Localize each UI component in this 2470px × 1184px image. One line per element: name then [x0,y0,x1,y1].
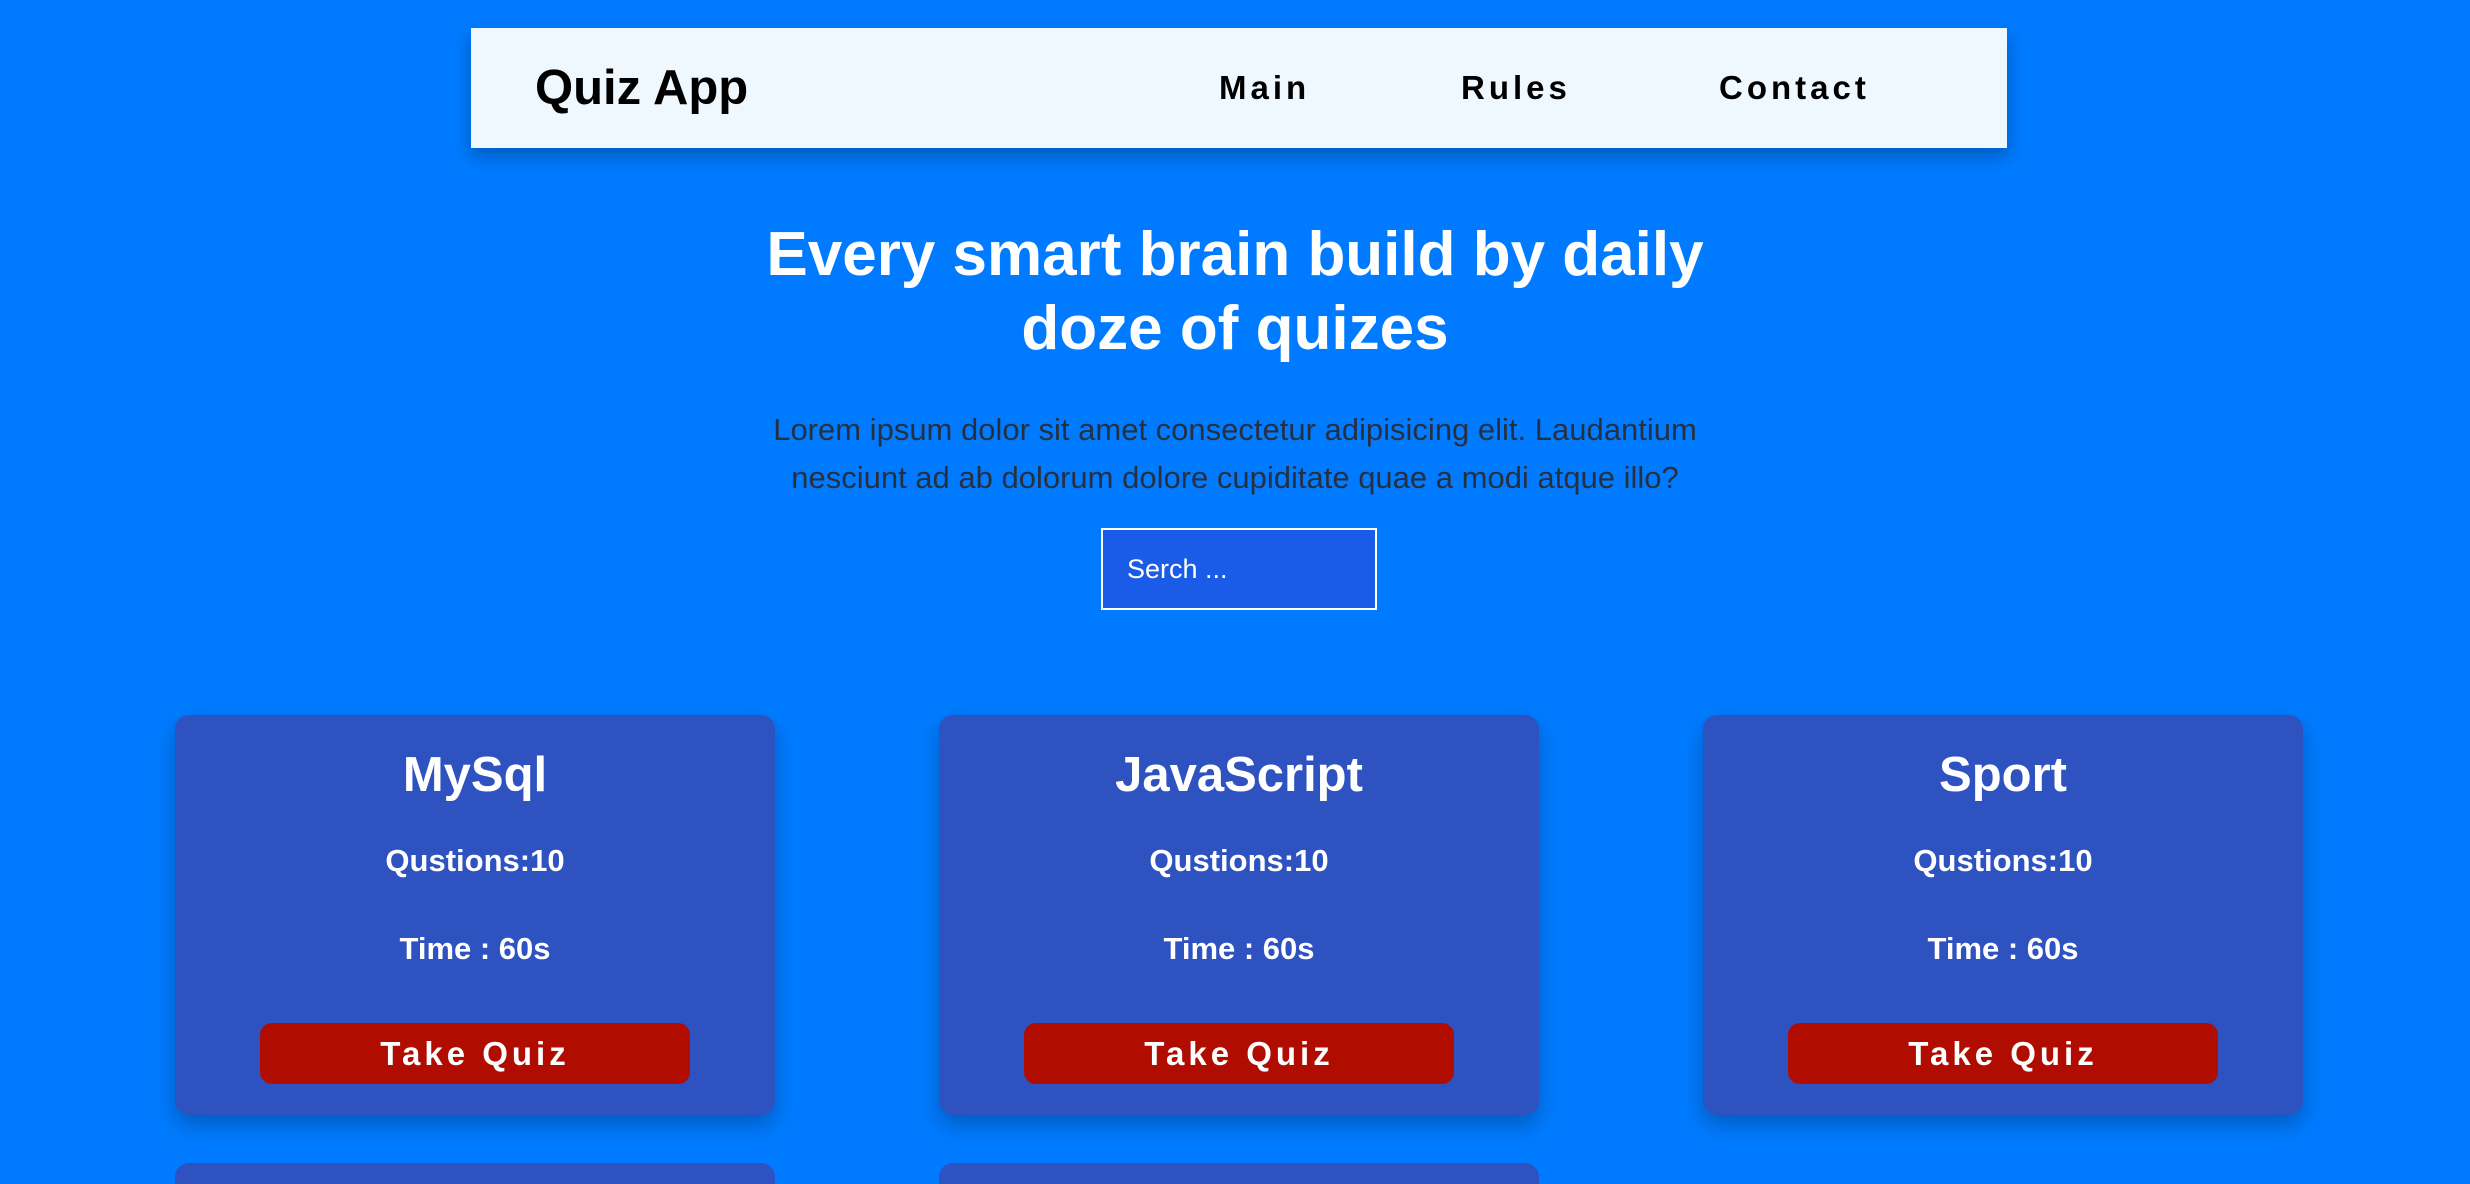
quiz-card-title: JavaScript [1115,748,1363,802]
quiz-card-title: Sport [1939,748,2067,802]
hero-title: Every smart brain build by daily doze of… [766,220,1704,363]
quiz-card-title: MySql [402,748,548,802]
quiz-card-questions: Qustions:10 [1149,843,1329,878]
nav-link-rules[interactable]: Rules [1461,69,1571,107]
navbar: Quiz App Main Rules Contact [471,28,2007,148]
quiz-card-partial [175,1163,775,1184]
quiz-card-partial [939,1163,1539,1184]
nav-link-contact[interactable]: Contact [1719,69,1870,107]
nav-link-main[interactable]: Main [1219,69,1310,107]
quiz-card-javascript: JavaScript Qustions:10 Time : 60s Take Q… [939,715,1539,1115]
quiz-card-time: Time : 60s [1163,931,1315,966]
quiz-card-time: Time : 60s [1927,931,2079,966]
quiz-card-time: Time : 60s [399,931,551,966]
brand-logo[interactable]: Quiz App [535,60,748,116]
search-input[interactable] [1101,528,1377,610]
take-quiz-button[interactable]: Take Quiz [1788,1023,2218,1084]
hero-description: Lorem ipsum dolor sit amet consectetur a… [773,412,1697,495]
quiz-card-questions: Qustions:10 [385,843,565,878]
quiz-card-sport: Sport Qustions:10 Time : 60s Take Quiz [1703,715,2303,1115]
hero-section: Every smart brain build by daily doze of… [0,218,2470,502]
take-quiz-button[interactable]: Take Quiz [1024,1023,1454,1084]
quiz-card-mysql: MySql Qustions:10 Time : 60s Take Quiz [175,715,775,1115]
quiz-card-questions: Qustions:10 [1913,843,2093,878]
take-quiz-button[interactable]: Take Quiz [260,1023,690,1084]
